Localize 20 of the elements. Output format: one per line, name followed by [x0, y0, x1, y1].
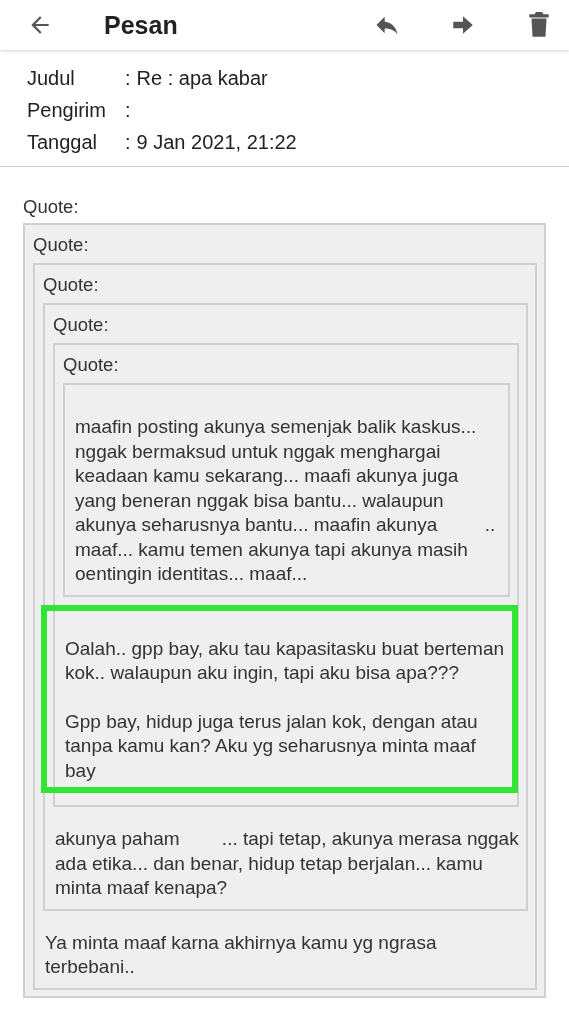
quote-label: Quote: [63, 355, 120, 375]
trash-icon [526, 11, 552, 39]
field-value: 9 Jan 2021, 21:22 [136, 130, 297, 155]
message-paragraph: Gpp bay, hidup juga terus jalan kok, dengan atau tanpa kamu kan? Aku yg seharusnya minta maaf bay [65, 709, 479, 783]
field-value: Re : apa kabar [136, 66, 268, 91]
field-separator: : [125, 130, 131, 155]
field-separator: : [125, 66, 131, 91]
message-paragraph: maafin posting akunya semenjak balik kaskus... nggak bermaksud untuk nggak menghargai keadaan kamu sekarang... maafi akunya juga yang beneran nggak bisa bantu... walaupun akunya seharusnya bantu... maafin akunya .. maaf... kamu temen akunya tapi akunya masih oentingin identitas... maaf... [75, 415, 497, 586]
quote-label: Quote: [43, 275, 100, 295]
screen-title: Pesan [104, 10, 178, 40]
message-paragraph: Oalah.. gpp bay, aku tau kapasitasku buat berteman kok.. walaupun aku ingin, tapi aku bisa apa??? [65, 636, 506, 685]
field-label: Pengirim [27, 98, 107, 123]
field-label: Tanggal [27, 130, 99, 155]
quote-label: Quote: [23, 197, 80, 217]
field-label: Judul [27, 66, 76, 91]
field-separator: : [125, 98, 131, 123]
quote-label: Quote: [33, 235, 90, 255]
message-paragraph: Ya minta maaf karna akhirnya kamu yg ngrasa terbebani.. [45, 930, 438, 979]
quote-label: Quote: [53, 315, 110, 335]
message-paragraph: akunya paham ... tapi tetap, akunya merasa nggak ada etika... dan benar, hidup tetap berjalan... kamu minta maaf kenapa? [55, 827, 519, 900]
